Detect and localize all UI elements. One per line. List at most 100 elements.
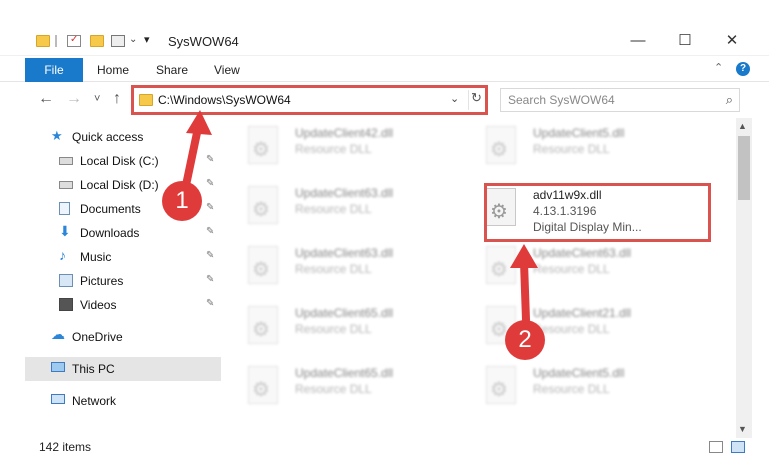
tab-view[interactable]: View [214, 58, 240, 82]
sidebar-item-local-disk-c[interactable]: Local Disk (C:) ✎ [25, 149, 221, 173]
maximize-button[interactable]: ☐ [667, 30, 703, 52]
sidebar-item-label: OneDrive [72, 330, 123, 344]
search-icon[interactable]: ⌕ [726, 92, 733, 108]
pin-icon[interactable]: ✎ [206, 298, 214, 309]
file-description: Resource DLL [533, 142, 610, 156]
forward-button[interactable]: → [66, 90, 82, 108]
step-badge-2: 2 [505, 320, 545, 360]
drive-icon [59, 181, 73, 189]
back-button[interactable]: ← [38, 90, 54, 108]
window-title: SysWOW64 [168, 34, 239, 49]
drive-icon [59, 157, 73, 165]
large-icons-view-icon[interactable] [731, 441, 745, 453]
minimize-button[interactable]: — [620, 30, 656, 52]
list-item[interactable]: ⚙ UpdateClient65.dll Resource DLL [240, 300, 470, 350]
sidebar-item-label: Documents [80, 202, 141, 216]
ribbon: File Home Share View ⌃ ? [0, 58, 769, 82]
file-tab[interactable]: File [25, 58, 83, 82]
list-item[interactable]: ⚙ UpdateClient65.dll Resource DLL [240, 360, 470, 410]
view-list-icon[interactable] [111, 35, 125, 47]
list-item[interactable]: ⚙ UpdateClient63.dll Resource DLL [240, 180, 470, 230]
qat-chevron-icon[interactable]: ⌄ [129, 34, 137, 45]
pin-icon[interactable]: ✎ [206, 274, 214, 285]
dll-file-icon: ⚙ [486, 366, 516, 404]
navigation-pane: ★ Quick access Local Disk (C:) ✎ Local D… [25, 118, 221, 434]
sidebar-item-network[interactable]: Network [25, 389, 221, 413]
vertical-scrollbar[interactable]: ▲ ▼ [736, 118, 752, 438]
file-description: Resource DLL [295, 142, 372, 156]
file-name: UpdateClient65.dll [295, 306, 394, 320]
computer-icon [51, 362, 65, 372]
tab-share[interactable]: Share [156, 58, 188, 82]
network-icon [51, 394, 65, 404]
file-description: Resource DLL [295, 202, 372, 216]
file-description: Resource DLL [533, 262, 610, 276]
dll-file-icon: ⚙ [248, 366, 278, 404]
sidebar-item-label: Local Disk (D:) [80, 178, 159, 192]
folder-icon [36, 35, 50, 47]
collapse-ribbon-icon[interactable]: ⌃ [714, 61, 723, 74]
sidebar-item-videos[interactable]: Videos ✎ [25, 293, 221, 317]
sidebar-item-onedrive[interactable]: ☁ OneDrive [25, 325, 221, 349]
dll-file-icon: ⚙ [248, 186, 278, 224]
qat-dropdown-icon[interactable]: ▾ [144, 33, 150, 46]
separator [55, 35, 57, 47]
pin-icon[interactable]: ✎ [206, 154, 214, 165]
recent-locations-icon[interactable]: ˅ [94, 93, 100, 105]
sidebar-item-quick-access[interactable]: ★ Quick access [25, 125, 221, 149]
sidebar-item-this-pc[interactable]: This PC [25, 357, 221, 381]
sidebar-item-label: This PC [72, 362, 115, 376]
file-name: UpdateClient21.dll [533, 306, 632, 320]
close-button[interactable]: ✕ [714, 30, 750, 52]
help-icon[interactable]: ? [736, 62, 750, 76]
file-description: Resource DLL [295, 382, 372, 396]
sidebar-item-music[interactable]: ♪ Music ✎ [25, 245, 221, 269]
status-bar: 142 items [25, 438, 753, 458]
new-folder-icon[interactable] [90, 35, 104, 47]
tab-home[interactable]: Home [97, 58, 129, 82]
item-count: 142 items [39, 440, 92, 454]
title-bar: ✓ ⌄ ▾ SysWOW64 — ☐ ✕ [0, 0, 769, 56]
sidebar-item-label: Local Disk (C:) [80, 154, 159, 168]
scrollbar-thumb[interactable] [738, 136, 750, 200]
search-input[interactable]: Search SysWOW64 ⌕ [500, 88, 740, 112]
pin-icon[interactable]: ✎ [206, 250, 214, 261]
dll-file-icon: ⚙ [486, 246, 516, 284]
dll-file-icon: ⚙ [248, 246, 278, 284]
list-item[interactable]: ⚙ UpdateClient5.dll Resource DLL [478, 360, 708, 410]
file-name: UpdateClient63.dll [533, 246, 632, 260]
file-name: UpdateClient65.dll [295, 366, 394, 380]
file-name: UpdateClient42.dll [295, 126, 394, 140]
videos-icon [59, 298, 73, 311]
pictures-icon [59, 274, 73, 287]
sidebar-item-label: Network [72, 394, 117, 408]
file-name: UpdateClient5.dll [533, 366, 625, 380]
file-highlight-box [484, 183, 711, 242]
download-icon: ⬇ [59, 223, 71, 239]
file-name: UpdateClient63.dll [295, 246, 394, 260]
sidebar-item-label: Pictures [80, 274, 124, 288]
pin-icon[interactable]: ✎ [206, 202, 214, 213]
documents-icon [59, 202, 70, 215]
sidebar-item-downloads[interactable]: ⬇ Downloads ✎ [25, 221, 221, 245]
properties-icon[interactable]: ✓ [67, 34, 81, 47]
sidebar-item-pictures[interactable]: Pictures ✎ [25, 269, 221, 293]
pin-icon[interactable]: ✎ [206, 226, 214, 237]
pin-icon[interactable]: ✎ [206, 178, 214, 189]
music-icon: ♪ [59, 247, 66, 263]
details-view-icon[interactable] [709, 441, 723, 453]
sidebar-item-label: Music [80, 250, 112, 264]
dll-file-icon: ⚙ [248, 306, 278, 344]
list-item[interactable]: ⚙ UpdateClient5.dll Resource DLL [478, 120, 708, 170]
list-item[interactable]: ⚙ UpdateClient42.dll Resource DLL [240, 120, 470, 170]
up-button[interactable]: ↑ [113, 90, 121, 108]
file-description: Resource DLL [533, 322, 610, 336]
scroll-down-icon[interactable]: ▼ [738, 424, 747, 434]
list-item[interactable]: ⚙ UpdateClient63.dll Resource DLL [240, 240, 470, 290]
list-item[interactable]: ⚙ UpdateClient63.dll Resource DLL [478, 240, 708, 290]
dll-file-icon: ⚙ [248, 126, 278, 164]
scroll-up-icon[interactable]: ▲ [738, 121, 747, 131]
file-name: UpdateClient63.dll [295, 186, 394, 200]
file-description: Resource DLL [295, 322, 372, 336]
file-name: UpdateClient5.dll [533, 126, 625, 140]
